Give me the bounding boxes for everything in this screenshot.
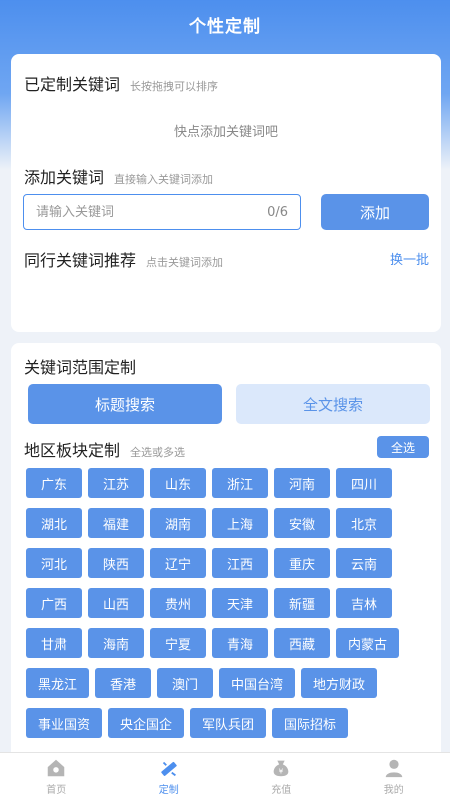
region-chip[interactable]: 甘肃 [26,628,82,658]
tabbar-profile[interactable]: 我的 [338,753,450,800]
region-chip[interactable]: 山西 [88,588,144,618]
region-chip[interactable]: 香港 [95,668,152,698]
add-keyword-hint: 直接输入关键词添加 [114,173,214,186]
keyword-input[interactable] [36,204,268,220]
region-chip[interactable]: 吉林 [336,588,392,618]
tabbar-home-label: 首页 [46,785,67,796]
recharge-icon: ¥ [273,760,289,777]
tab-fulltext-search[interactable]: 全文搜索 [236,384,430,424]
peer-section-title: 同行关键词推荐 点击关键词添加 [24,247,223,271]
region-chip[interactable]: 广东 [26,468,82,498]
region-chip[interactable]: 中国台湾 [219,668,296,698]
page-title: 个性定制 [189,17,261,37]
keyword-card: 已定制关键词长按拖拽可以排序 快点添加关键词吧 添加关键词直接输入关键词添加 0… [11,54,441,332]
customized-title: 已定制关键词 [24,75,121,94]
region-chip[interactable]: 事业国资 [26,708,103,738]
region-chip[interactable]: 四川 [336,468,392,498]
region-hint: 全选或多选 [130,446,186,459]
tabbar-recharge[interactable]: ¥ 充值 [225,753,338,800]
keyword-input-box: 0/6 [23,194,301,230]
region-chip[interactable]: 天津 [212,588,268,618]
bottom-tabbar: 首页 定制 ¥ 充值 我的 [0,752,450,800]
region-chip[interactable]: 湖南 [150,508,206,538]
region-chip[interactable]: 西藏 [274,628,330,658]
customize-icon [161,761,177,777]
region-chip[interactable]: 地方财政 [301,668,378,698]
refresh-button[interactable]: 换一批 [390,249,429,268]
empty-keywords-hint: 快点添加关键词吧 [173,125,278,140]
peer-title: 同行关键词推荐 [24,251,137,270]
region-chip[interactable]: 上海 [212,508,268,538]
region-chip[interactable]: 江西 [212,548,268,578]
region-chip[interactable]: 河南 [274,468,330,498]
tabbar-customize-label: 定制 [158,785,179,796]
input-counter: 0/6 [267,204,288,220]
peer-hint: 点击关键词添加 [146,256,224,269]
tabbar-recharge-label: 充值 [271,785,292,796]
customized-hint: 长按拖拽可以排序 [130,80,219,93]
region-chip[interactable]: 军队兵团 [190,708,267,738]
region-chip[interactable]: 青海 [212,628,268,658]
region-chip[interactable]: 宁夏 [150,628,206,658]
tabbar-customize[interactable]: 定制 [113,753,226,800]
region-chip[interactable]: 新疆 [274,588,330,618]
region-chip[interactable]: 重庆 [274,548,330,578]
region-chip[interactable]: 河北 [26,548,82,578]
search-mode-tabs: 标题搜索 全文搜索 [28,384,430,424]
scope-title: 关键词范围定制 [24,358,137,377]
select-all-button[interactable]: 全选 [377,436,429,458]
customized-section-title: 已定制关键词 长按拖拽可以排序 [24,71,218,95]
add-keyword-title: 添加关键词 [24,168,105,187]
home-icon [48,759,65,777]
region-chip[interactable]: 黑龙江 [26,668,90,698]
tab-title-search[interactable]: 标题搜索 [28,384,222,424]
region-chip[interactable]: 江苏 [88,468,144,498]
region-chip[interactable]: 广西 [26,588,82,618]
region-chip[interactable]: 山东 [150,468,206,498]
region-chip[interactable]: 安徽 [274,508,330,538]
region-chip[interactable]: 辽宁 [150,548,206,578]
region-chip[interactable]: 北京 [336,508,392,538]
tabbar-profile-label: 我的 [383,785,404,796]
region-chip[interactable]: 陕西 [88,548,144,578]
region-chip[interactable]: 浙江 [212,468,268,498]
region-chip[interactable]: 内蒙古 [336,628,400,658]
add-keyword-button[interactable]: 添加 [321,194,429,230]
scope-card: 关键词范围定制 标题搜索 全文搜索 地区板块定制 全选或多选 全选 广东 江苏 山东浙… [11,343,441,763]
region-chip[interactable]: 湖北 [26,508,82,538]
region-chip[interactable]: 贵州 [150,588,206,618]
region-chip[interactable]: 国际招标 [272,708,349,738]
region-chip[interactable]: 澳门 [157,668,214,698]
user-icon [385,759,402,778]
region-chip[interactable]: 海南 [88,628,144,658]
region-section-title: 地区板块定制 全选或多选 [24,437,185,461]
region-chip[interactable]: 福建 [88,508,144,538]
region-chip[interactable]: 央企国企 [108,708,185,738]
add-keyword-section-title: 添加关键词 直接输入关键词添加 [24,164,213,188]
region-chip[interactable]: 云南 [336,548,392,578]
region-title: 地区板块定制 [24,441,121,460]
region-chip-list: 广东 江苏 山东 浙江 河南 四川湖北 福建 湖南 上海 安徽 北京河北 陕西 辽宁 江西 重庆 云南广西 山西… [26,468,436,738]
tabbar-home[interactable]: 首页 [0,753,113,800]
svg-text:¥: ¥ [279,767,284,776]
